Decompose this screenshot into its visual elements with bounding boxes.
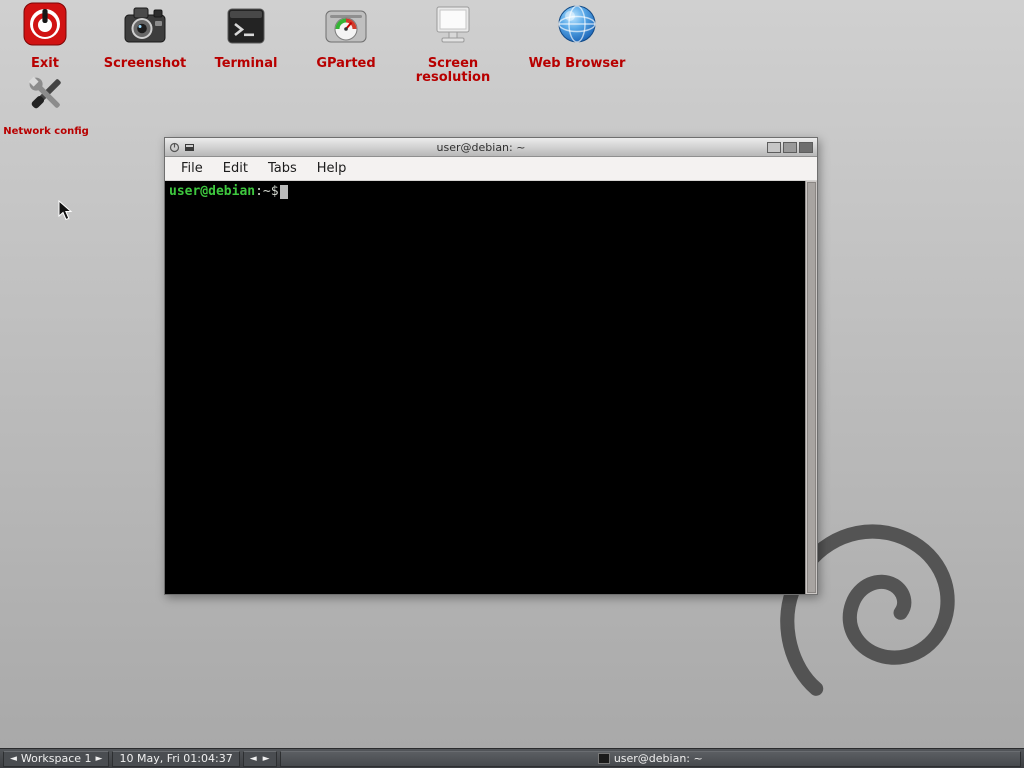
tasklist-prev-button[interactable]: ◄	[250, 752, 257, 766]
workspace-switcher: ◄ Workspace 1 ►	[3, 751, 109, 767]
desktop-icon-gparted[interactable]: GParted	[286, 2, 406, 71]
task-button-title: user@debian: ~	[614, 752, 703, 765]
globe-icon	[553, 2, 601, 50]
maximize-button[interactable]	[783, 142, 797, 153]
minimize-button[interactable]	[767, 142, 781, 153]
gparted-gauge-icon	[322, 2, 370, 50]
tools-icon	[22, 70, 70, 118]
scrollbar-thumb[interactable]	[807, 182, 816, 593]
desktop-icon-label: Web Browser	[517, 57, 637, 71]
desktop: { "desktop": { "icons": [ {"label": "Exi…	[0, 0, 1024, 768]
prompt-user: user@debian	[169, 184, 255, 199]
desktop-icon-network-config[interactable]: Network config	[0, 70, 106, 139]
tasklist-scroll: ◄ ►	[243, 751, 277, 767]
desktop-icon-web-browser[interactable]: Web Browser	[517, 2, 637, 71]
close-button[interactable]	[799, 142, 813, 153]
menu-help[interactable]: Help	[307, 159, 357, 178]
terminal-cursor	[280, 185, 288, 199]
menu-file[interactable]: File	[171, 159, 213, 178]
desktop-icon-screen-resolution[interactable]: Screen resolution	[393, 2, 513, 85]
terminal-menubar: File Edit Tabs Help	[165, 157, 817, 181]
exit-power-icon	[21, 2, 69, 50]
window-title: user@debian: ~	[199, 141, 763, 154]
taskbar: ◄ Workspace 1 ► 10 May, Fri 01:04:37 ◄ ►…	[0, 748, 1024, 768]
menu-tabs[interactable]: Tabs	[258, 159, 307, 178]
clock-text: 10 May, Fri 01:04:37	[119, 752, 232, 765]
terminal-window: user@debian: ~ File Edit Tabs Help user@…	[164, 137, 818, 595]
tasklist-next-button[interactable]: ►	[263, 752, 270, 766]
terminal-icon	[222, 2, 270, 50]
monitor-icon	[429, 2, 477, 50]
task-button-icon	[598, 753, 610, 764]
workspace-next-button[interactable]: ►	[96, 752, 103, 766]
prompt-line: user@debian:~$	[169, 184, 288, 199]
terminal-scrollbar[interactable]	[805, 181, 817, 594]
prompt-suffix: :~$	[255, 184, 278, 199]
menu-edit[interactable]: Edit	[213, 159, 258, 178]
window-shade-icon[interactable]	[169, 142, 180, 153]
workspace-label[interactable]: Workspace 1	[21, 752, 92, 765]
task-button-terminal[interactable]: user@debian: ~	[280, 751, 1021, 767]
desktop-icon-label: Network config	[0, 125, 106, 139]
desktop-icon-label: GParted	[286, 57, 406, 71]
workspace-prev-button[interactable]: ◄	[10, 752, 17, 766]
clock: 10 May, Fri 01:04:37	[112, 751, 239, 767]
desktop-icon-label: Screen resolution	[393, 57, 513, 85]
window-titlebar[interactable]: user@debian: ~	[165, 138, 817, 157]
terminal-output-area[interactable]: user@debian:~$	[165, 181, 817, 594]
window-menu-icon[interactable]	[184, 142, 195, 153]
mouse-pointer	[58, 200, 76, 222]
camera-icon	[121, 2, 169, 50]
